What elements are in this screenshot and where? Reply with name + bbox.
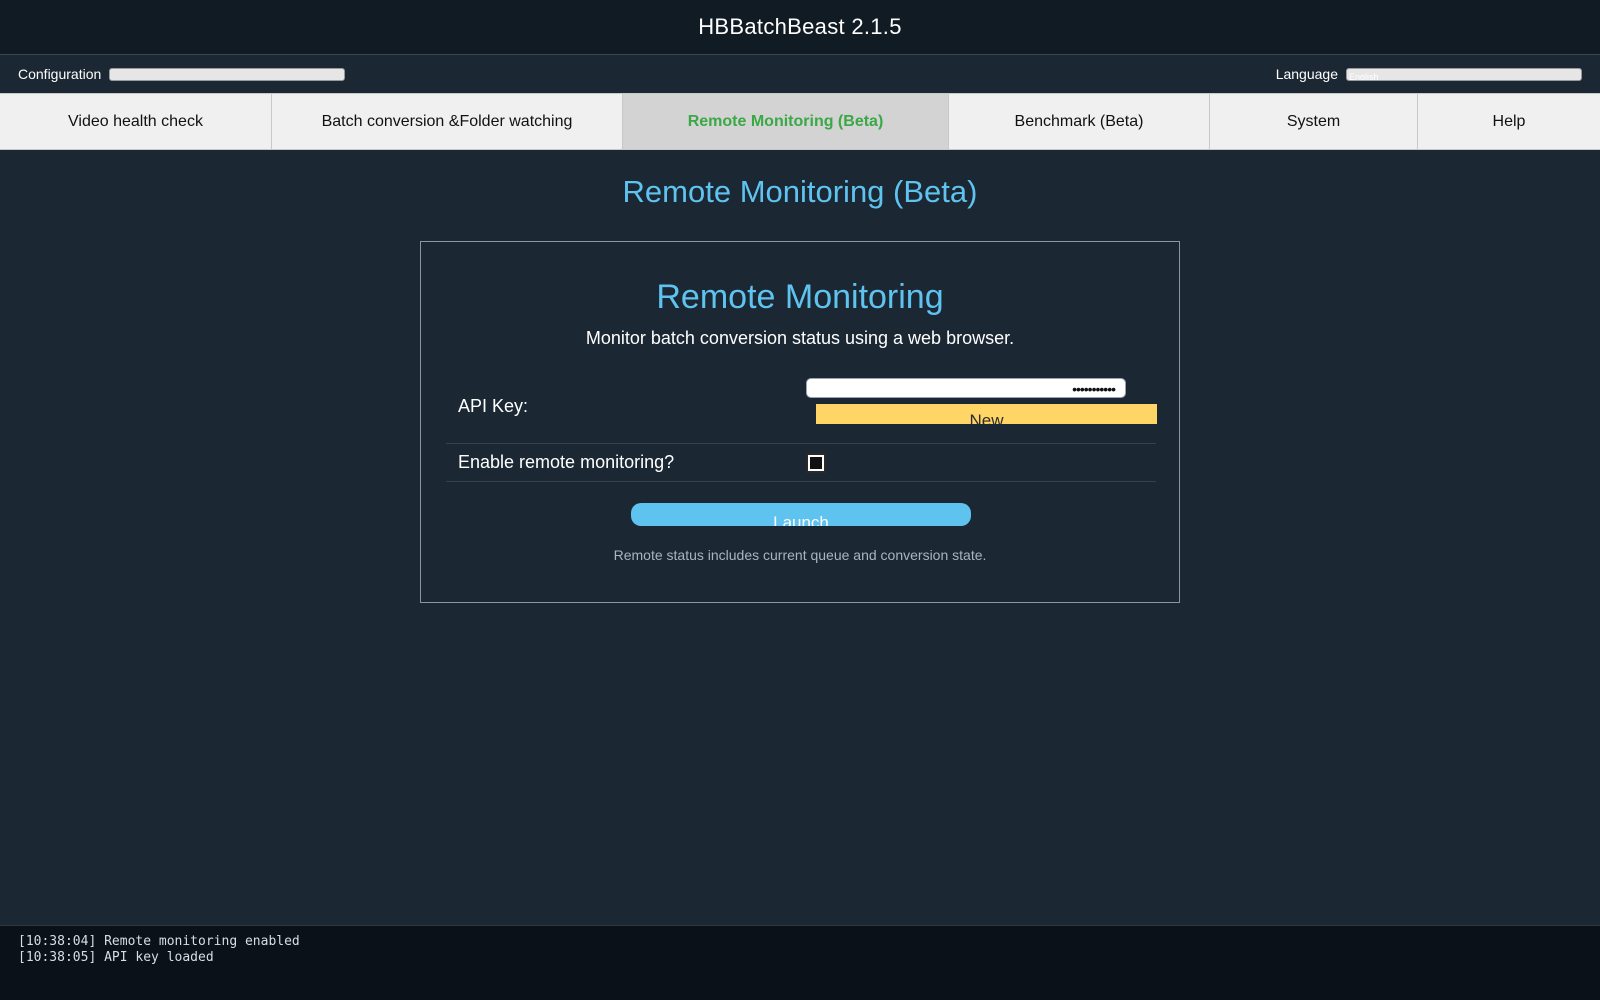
language-group: Language English (1276, 66, 1582, 82)
tab-label: Batch conversion &Folder watching (321, 112, 573, 130)
panel-note: Remote status includes current queue and… (613, 547, 987, 563)
tab-video-health-check[interactable]: Video health check (0, 94, 272, 149)
enable-remote-checkbox[interactable] (806, 452, 826, 473)
language-select-value: English (1349, 71, 1379, 81)
api-key-label: API Key: (458, 396, 529, 416)
tab-label: Benchmark (Beta) (1014, 112, 1144, 130)
launch-button[interactable]: Launch (631, 503, 971, 526)
tab-label: System (1286, 112, 1341, 130)
tab-help[interactable]: Help (1418, 94, 1600, 149)
api-key-controls: ••••••••••• New (806, 370, 1157, 444)
log-line: [10:38:04] Remote monitoring enabled (18, 934, 300, 949)
api-key-row: API Key: ••••••••••• New (446, 370, 1157, 444)
configuration-group: Configuration (18, 66, 346, 82)
app-title-bar: HBBatchBeast 2.1.5 (0, 0, 1600, 55)
new-api-key-button[interactable]: New (816, 403, 1157, 424)
enable-remote-label: Enable remote monitoring? (458, 452, 675, 472)
api-key-masked-value: ••••••••••• (1072, 380, 1116, 397)
remote-monitoring-panel: Remote Monitoring Monitor batch conversi… (420, 241, 1180, 603)
config-bar: Configuration Language English (0, 55, 1600, 93)
api-key-input[interactable]: ••••••••••• (806, 377, 1126, 398)
log-console: [10:38:04] Remote monitoring enabled [10… (0, 925, 1600, 1000)
tab-benchmark[interactable]: Benchmark (Beta) (949, 94, 1210, 149)
configuration-select[interactable] (109, 67, 346, 81)
panel-title: Remote Monitoring (656, 278, 944, 316)
language-select[interactable]: English (1346, 67, 1582, 81)
language-label: Language (1275, 66, 1338, 82)
panel-description: Monitor batch conversion status using a … (585, 328, 1015, 348)
tab-label: Remote Monitoring (Beta) (687, 112, 884, 130)
tab-label: Help (1492, 112, 1526, 130)
tab-batch-conversion[interactable]: Batch conversion &Folder watching (272, 94, 623, 149)
main-tabs: Video health check Batch conversion &Fol… (0, 93, 1600, 150)
log-line: [10:38:05] API key loaded (18, 950, 214, 965)
app-title: HBBatchBeast 2.1.5 (698, 14, 902, 39)
configuration-label: Configuration (18, 66, 102, 82)
tab-system[interactable]: System (1210, 94, 1418, 149)
enable-remote-row: Enable remote monitoring? (446, 444, 1156, 482)
tab-remote-monitoring[interactable]: Remote Monitoring (Beta) (623, 94, 949, 149)
tab-label: Video health check (68, 112, 203, 130)
checkbox-check-mark (810, 456, 822, 469)
page-title: Remote Monitoring (Beta) (622, 174, 978, 209)
